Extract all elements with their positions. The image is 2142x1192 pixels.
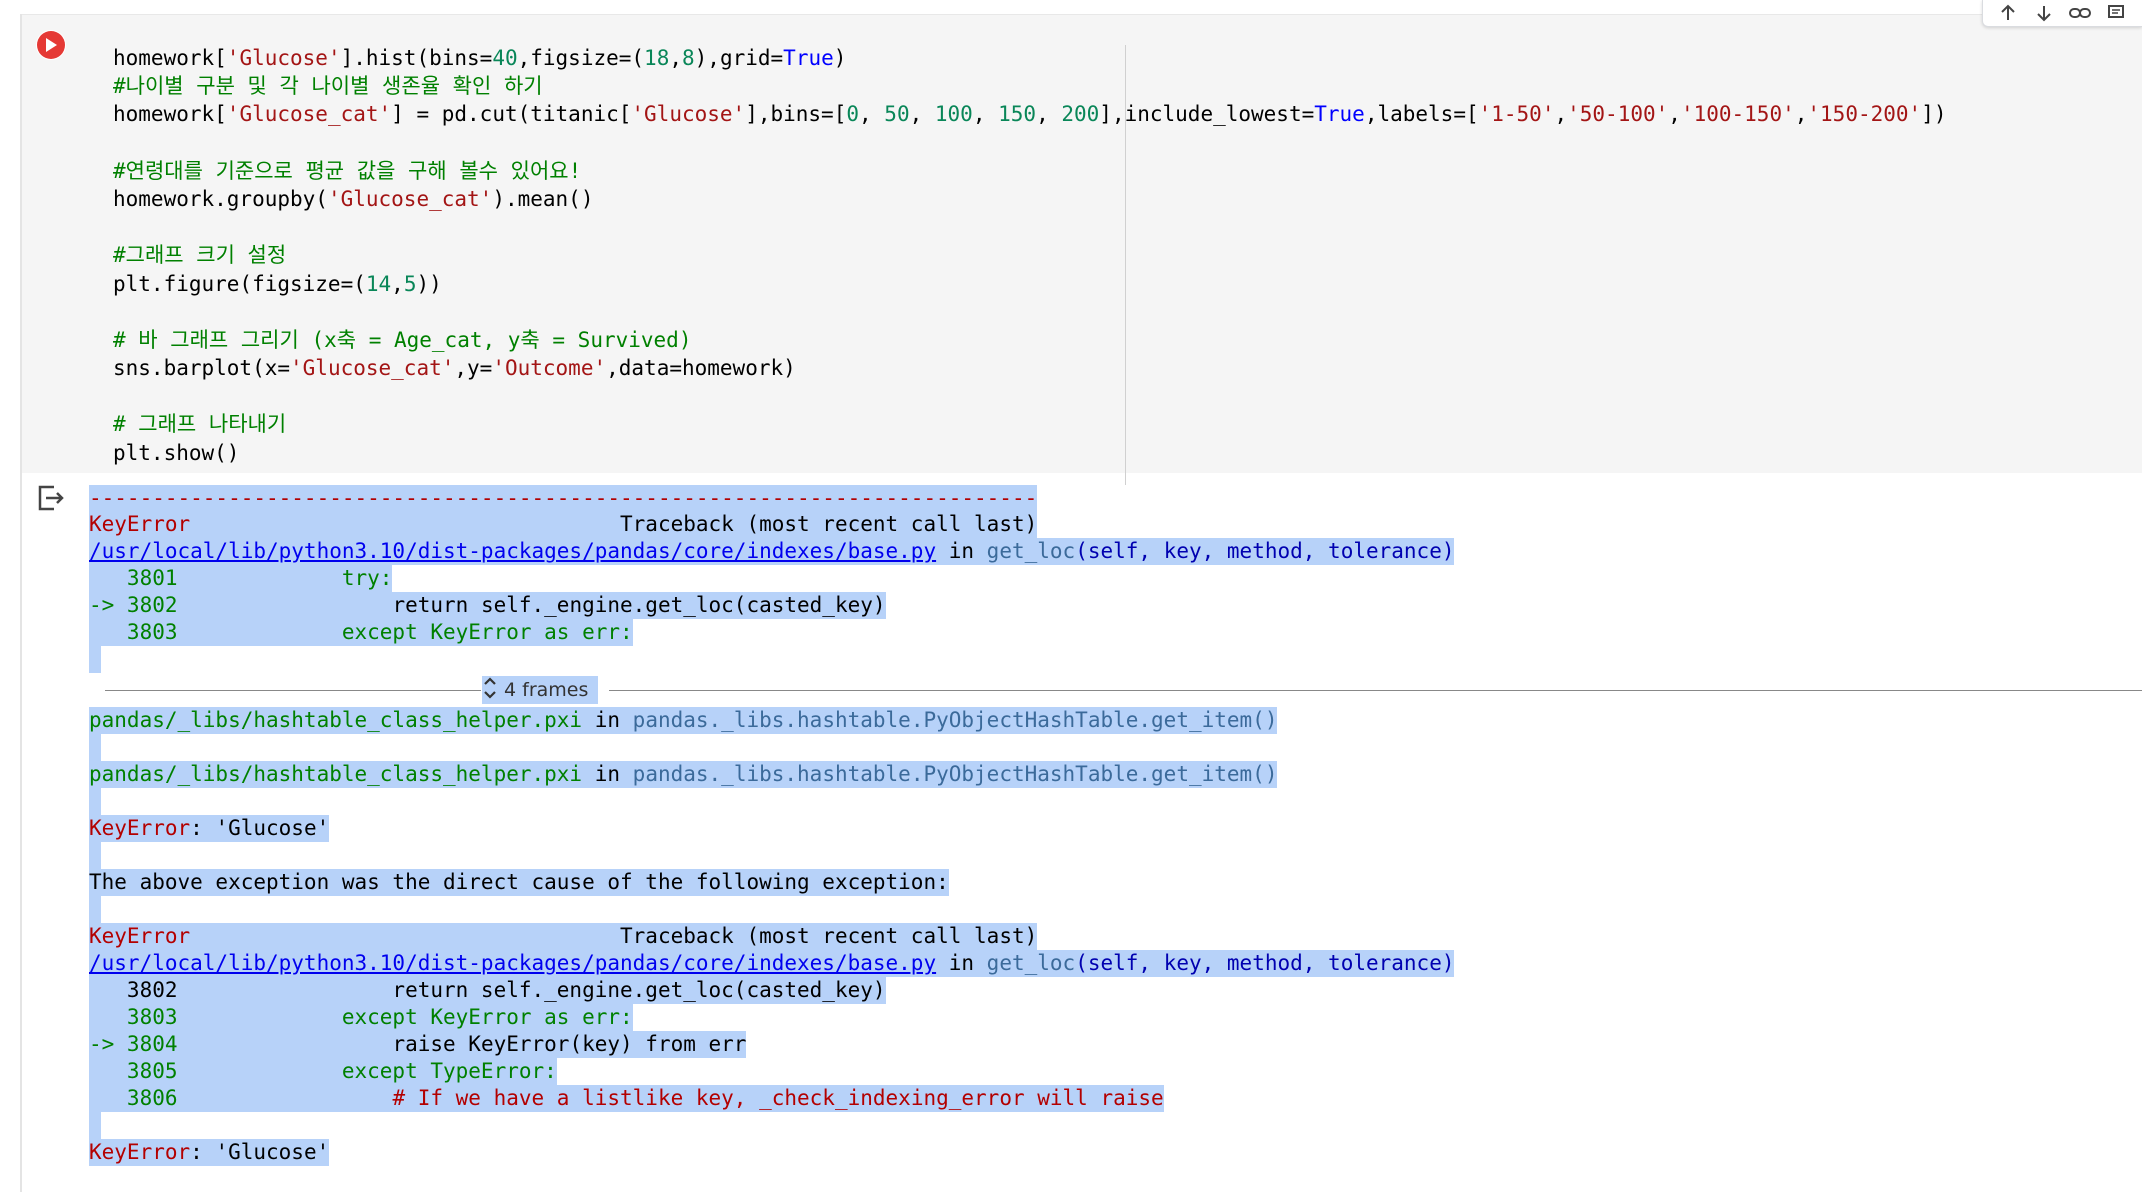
func-args: (self, key, method, tolerance) [1075, 539, 1455, 563]
selection-gap [89, 646, 101, 673]
traceback-line: 3801 try: [89, 565, 393, 592]
code-context-line: 3805 except TypeError: [89, 1059, 557, 1083]
arrow-down-icon[interactable] [2033, 2, 2055, 24]
code-context-line: 3802 return self._engine.get_loc(casted_… [89, 978, 886, 1002]
line-number: 3806 [89, 1086, 178, 1110]
traceback-line-current: -> 3802 return self._engine.get_loc(cast… [89, 592, 886, 619]
traceback-line: 3803 except KeyError as err: [89, 619, 633, 646]
keyerror-message-2: KeyError: 'Glucose' [89, 1139, 330, 1166]
traceback-label: Traceback (most recent call last) [190, 924, 1038, 948]
hashtable-line-2: pandas/_libs/hashtable_class_helper.pxi … [89, 761, 1278, 788]
comment-icon[interactable] [2105, 2, 2127, 24]
code-comment: # If we have a listlike key, _check_inde… [177, 1086, 1164, 1110]
in-text: in [936, 951, 987, 975]
expand-collapse-icon [482, 675, 498, 706]
run-icon [37, 31, 65, 59]
selection-gap [89, 842, 101, 869]
output-dashes: ----------------------------------------… [89, 485, 1038, 512]
selection-gap [89, 1112, 101, 1139]
pxi-file: pandas/_libs/hashtable_class_helper.pxi [89, 762, 583, 786]
code-context-line: return self._engine.get_loc(casted_key) [177, 593, 886, 617]
code-context-line: 3801 try: [89, 566, 393, 590]
error-name: KeyError [89, 512, 191, 536]
in-text: in [582, 708, 633, 732]
divider [609, 690, 2142, 691]
code-line-4[interactable] [113, 129, 1946, 157]
code-line-11[interactable]: # 바 그래프 그리기 (x축 = Age_cat, y축 = Survived… [113, 326, 1946, 354]
code-line-1[interactable]: homework['Glucose'].hist(bins=40,figsize… [113, 44, 1946, 72]
code-line-6[interactable]: homework.groupby('Glucose_cat').mean() [113, 185, 1946, 213]
error-name: KeyError [89, 1140, 191, 1164]
traceback-header-1: KeyError Traceback (most recent call las… [89, 511, 1038, 538]
error-name: KeyError [89, 924, 191, 948]
selection-gap [89, 788, 101, 815]
traceback-line: 3806 # If we have a listlike key, _check… [89, 1085, 1164, 1112]
arrow-marker: -> 3804 [89, 1032, 178, 1056]
in-text: in [936, 539, 987, 563]
selection-gap [89, 734, 101, 761]
collapsed-frames-bar: 4 frames [105, 676, 2142, 704]
code-context-line: 3803 except KeyError as err: [89, 620, 633, 644]
arrow-up-icon[interactable] [1997, 2, 2019, 24]
code-line-5[interactable]: #연령대를 기준으로 평균 값을 구해 볼수 있어요! [113, 157, 1946, 185]
expand-frames-button[interactable]: 4 frames [482, 675, 599, 706]
code-context-line: raise KeyError(key) from err [177, 1032, 747, 1056]
code-line-8[interactable]: #그래프 크기 설정 [113, 241, 1946, 269]
cause-message: The above exception was the direct cause… [89, 869, 949, 896]
traceback-line: 3803 except KeyError as err: [89, 1004, 633, 1031]
code-line-13[interactable] [113, 382, 1946, 410]
file-link[interactable]: /usr/local/lib/python3.10/dist-packages/… [89, 539, 936, 563]
selection-gap [89, 896, 101, 923]
func-args: (self, key, method, tolerance) [1075, 951, 1455, 975]
code-line-2[interactable]: #나이별 구분 및 각 나이별 생존율 확인 하기 [113, 72, 1946, 100]
traceback-file-line-1: /usr/local/lib/python3.10/dist-packages/… [89, 538, 1455, 565]
arrow-marker: -> 3802 [89, 593, 178, 617]
code-line-7[interactable] [113, 213, 1946, 241]
run-cell-button[interactable] [36, 30, 66, 60]
in-text: in [582, 762, 633, 786]
hashtable-line-1: pandas/_libs/hashtable_class_helper.pxi … [89, 707, 1278, 734]
pxi-file: pandas/_libs/hashtable_class_helper.pxi [89, 708, 583, 732]
traceback-line-current: -> 3804 raise KeyError(key) from err [89, 1031, 747, 1058]
file-link[interactable]: /usr/local/lib/python3.10/dist-packages/… [89, 951, 936, 975]
code-cell-editor[interactable]: homework['Glucose'].hist(bins=40,figsize… [22, 14, 2142, 485]
error-message: : 'Glucose' [190, 1140, 330, 1164]
func-name: pandas._libs.hashtable.PyObjectHashTable… [632, 708, 1278, 732]
code-line-14[interactable]: # 그래프 나타내기 [113, 410, 1946, 438]
func-name: get_loc [986, 951, 1076, 975]
traceback-label: Traceback (most recent call last) [190, 512, 1038, 536]
func-name: get_loc [986, 539, 1076, 563]
code-line-9[interactable]: plt.figure(figsize=(14,5)) [113, 270, 1946, 298]
code-context-line: 3803 except KeyError as err: [89, 1005, 633, 1029]
code-line-3[interactable]: homework['Glucose_cat'] = pd.cut(titanic… [113, 100, 1946, 128]
output-menu-icon[interactable] [36, 483, 66, 513]
divider [105, 690, 481, 691]
link-icon[interactable] [2069, 2, 2091, 24]
error-name: KeyError [89, 816, 191, 840]
traceback-line: 3802 return self._engine.get_loc(casted_… [89, 977, 886, 1004]
traceback-line: 3805 except TypeError: [89, 1058, 557, 1085]
frames-label: 4 frames [504, 679, 589, 701]
func-name: pandas._libs.hashtable.PyObjectHashTable… [632, 762, 1278, 786]
traceback-file-line-2: /usr/local/lib/python3.10/dist-packages/… [89, 950, 1455, 977]
code-line-12[interactable]: sns.barplot(x='Glucose_cat',y='Outcome',… [113, 354, 1946, 382]
traceback-header-2: KeyError Traceback (most recent call las… [89, 923, 1038, 950]
code-line-15[interactable]: plt.show() [113, 439, 1946, 467]
code-lines[interactable]: homework['Glucose'].hist(bins=40,figsize… [113, 44, 1946, 467]
error-message: : 'Glucose' [190, 816, 330, 840]
cell-toolbar [1982, 0, 2142, 27]
code-line-10[interactable] [113, 298, 1946, 326]
keyerror-message-1: KeyError: 'Glucose' [89, 815, 330, 842]
